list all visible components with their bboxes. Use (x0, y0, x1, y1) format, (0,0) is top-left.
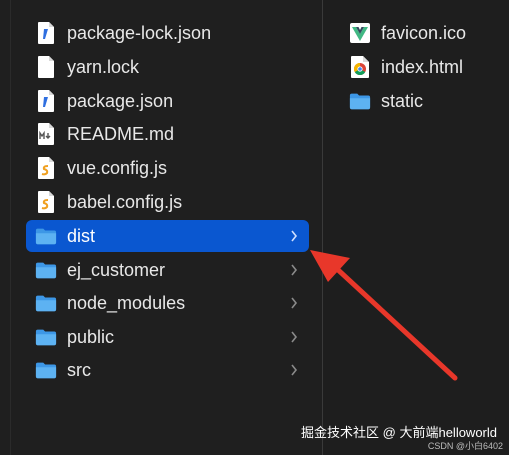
watermark-subtext: CSDN @小白6402 (427, 441, 503, 451)
red-arrow-annotation (310, 250, 458, 381)
